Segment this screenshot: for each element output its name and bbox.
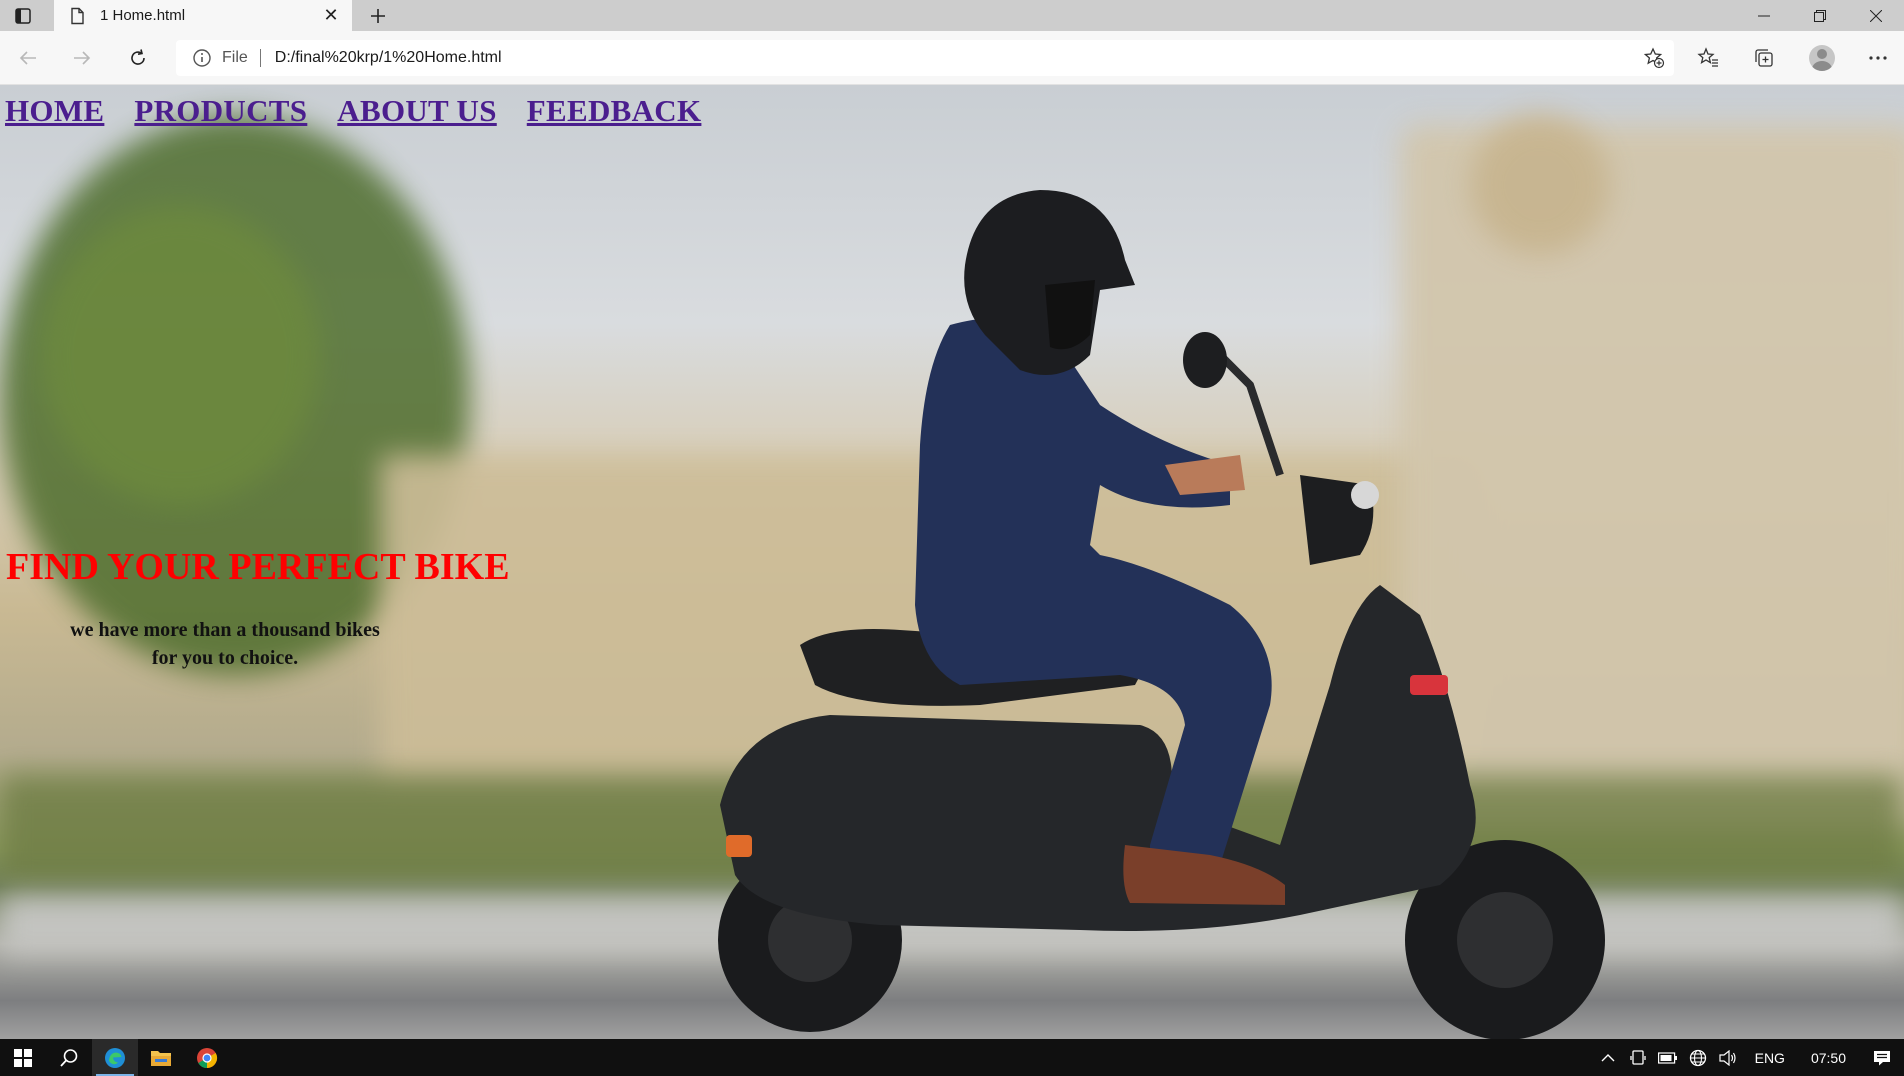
- avatar: [1809, 45, 1835, 71]
- meet-now-button[interactable]: [1623, 1039, 1653, 1076]
- profile-button[interactable]: [1800, 39, 1844, 77]
- system-tray: ENG 07:50: [1593, 1039, 1904, 1076]
- site-navigation: HOME PRODUCTS ABOUT US FEEDBACK: [5, 93, 701, 129]
- edge-browser-icon: [105, 1047, 125, 1068]
- folder-icon: [151, 1050, 171, 1066]
- address-scheme: File: [222, 49, 248, 66]
- tagline-line-2: for you to choice.: [151, 647, 299, 669]
- headlight: [1351, 481, 1379, 509]
- browser-toolbar: File D:/final%20krp/1%20Home.html: [0, 31, 1904, 85]
- windows-logo-icon: [14, 1048, 32, 1067]
- rear-reflector: [726, 835, 752, 857]
- tab-actions-icon: [15, 7, 31, 24]
- add-favorite-button[interactable]: [1634, 41, 1674, 75]
- network-button[interactable]: [1683, 1039, 1713, 1076]
- search-button[interactable]: [46, 1039, 92, 1076]
- close-window-button[interactable]: [1848, 0, 1904, 31]
- refresh-button[interactable]: [118, 39, 158, 77]
- address-separator: [259, 49, 261, 67]
- new-tab-button[interactable]: [360, 0, 396, 31]
- browser-tab-strip: 1 Home.html ✕: [0, 0, 1904, 31]
- favorites-icon: [1697, 47, 1718, 67]
- hero-tagline: we have more than a thousand bikes for y…: [50, 616, 400, 672]
- chevron-up-icon: [1601, 1053, 1615, 1061]
- close-tab-icon[interactable]: ✕: [320, 5, 342, 27]
- notification-icon: [1874, 1050, 1890, 1065]
- mirror: [1183, 332, 1227, 388]
- address-bar[interactable]: File D:/final%20krp/1%20Home.html: [176, 40, 1674, 76]
- tab-actions-button[interactable]: [0, 0, 46, 31]
- taskbar-chrome[interactable]: [184, 1039, 230, 1076]
- notifications-button[interactable]: [1860, 1039, 1904, 1076]
- collections-button[interactable]: [1742, 39, 1786, 77]
- chrome-icon: [197, 1047, 218, 1068]
- plus-icon: [371, 8, 385, 23]
- browser-tab[interactable]: 1 Home.html ✕: [54, 0, 352, 31]
- forward-arrow-icon: [74, 51, 91, 65]
- speaker-icon: [1719, 1049, 1736, 1066]
- taskbar-edge[interactable]: [92, 1039, 138, 1076]
- more-dots-icon: [1869, 56, 1887, 60]
- info-icon[interactable]: [192, 48, 212, 68]
- minimize-button[interactable]: [1736, 0, 1792, 31]
- start-button[interactable]: [0, 1039, 46, 1076]
- nav-link-feedback[interactable]: FEEDBACK: [527, 93, 702, 129]
- collections-icon: [1755, 49, 1773, 67]
- more-options-button[interactable]: [1856, 39, 1900, 77]
- restore-button[interactable]: [1792, 0, 1848, 31]
- device-icon: [1629, 1049, 1646, 1065]
- nav-link-products[interactable]: PRODUCTS: [134, 93, 307, 129]
- battery-button[interactable]: [1653, 1039, 1683, 1076]
- show-hidden-icons-button[interactable]: [1593, 1039, 1623, 1076]
- back-button[interactable]: [8, 39, 48, 77]
- tagline-line-1: we have more than a thousand bikes: [70, 619, 380, 641]
- refresh-icon: [131, 49, 145, 65]
- close-icon: [1870, 9, 1882, 22]
- window-controls: [1736, 0, 1904, 31]
- forward-button[interactable]: [62, 39, 102, 77]
- taskbar-file-explorer[interactable]: [138, 1039, 184, 1076]
- input-language[interactable]: ENG: [1743, 1050, 1797, 1066]
- hero-headline: FIND YOUR PERFECT BIKE: [6, 546, 510, 588]
- back-arrow-icon: [19, 51, 36, 65]
- favorites-button[interactable]: [1686, 39, 1730, 77]
- address-url[interactable]: D:/final%20krp/1%20Home.html: [275, 49, 1634, 67]
- search-icon: [60, 1048, 78, 1067]
- globe-icon: [1689, 1049, 1706, 1066]
- battery-icon: [1657, 1051, 1677, 1064]
- nav-link-about-us[interactable]: ABOUT US: [337, 93, 496, 129]
- volume-button[interactable]: [1713, 1039, 1743, 1076]
- tab-title: 1 Home.html: [100, 7, 186, 24]
- restore-icon: [1814, 9, 1826, 22]
- minimize-icon: [1758, 15, 1770, 16]
- nav-link-home[interactable]: HOME: [5, 93, 104, 129]
- page-viewport: HOME PRODUCTS ABOUT US FEEDBACK FIND YOU…: [0, 85, 1904, 1039]
- os-taskbar: ENG 07:50: [0, 1039, 1904, 1076]
- indicator-light: [1410, 675, 1448, 695]
- page-icon: [71, 7, 84, 24]
- clock[interactable]: 07:50: [1797, 1050, 1860, 1066]
- star-add-icon: [1643, 47, 1665, 69]
